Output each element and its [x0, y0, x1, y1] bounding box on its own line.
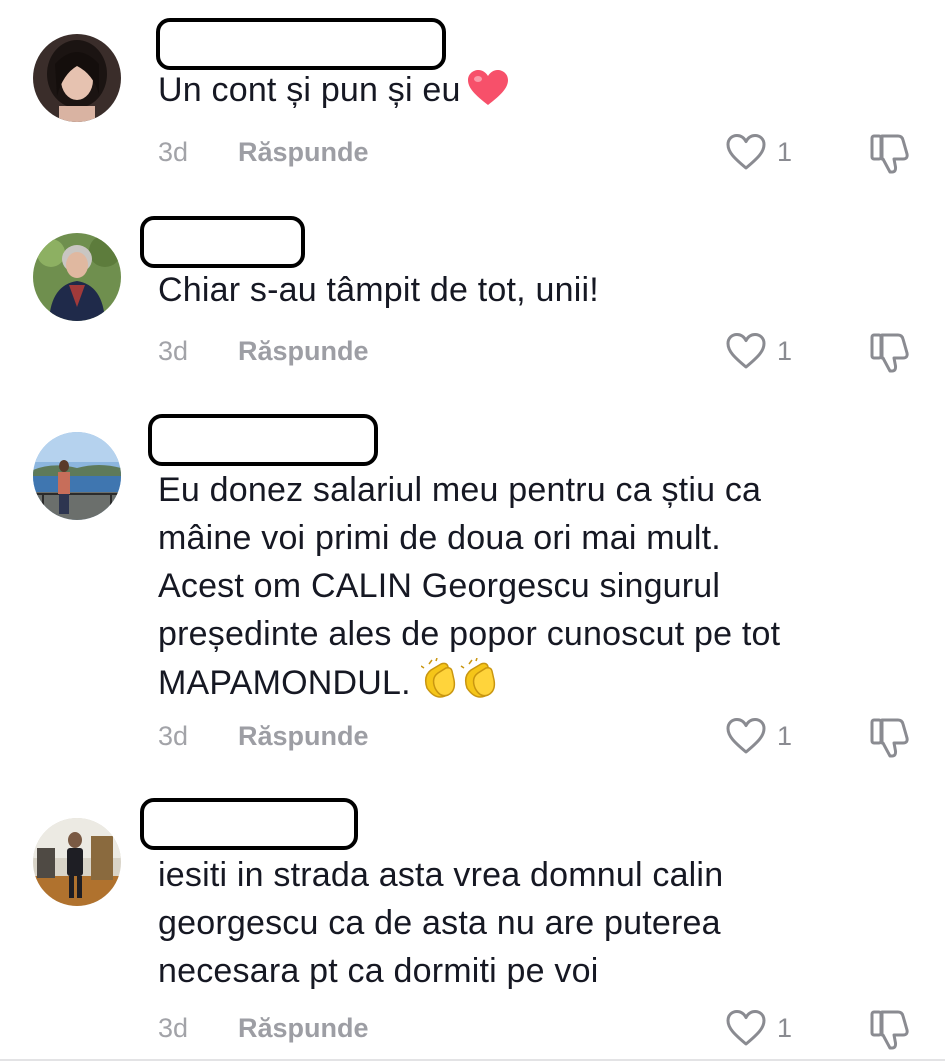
timestamp: 3d: [158, 1013, 189, 1043]
comment-text-content: Un cont și pun și eu: [158, 71, 461, 109]
heart-outline-icon: [726, 718, 766, 754]
like-button[interactable]: 1: [725, 132, 795, 172]
reply-button[interactable]: Răspunde: [238, 331, 369, 371]
like-count: 1: [777, 721, 793, 751]
heart-outline-icon: [726, 1010, 766, 1046]
timestamp: 3d: [158, 721, 189, 751]
avatar[interactable]: [33, 34, 121, 122]
avatar-image: [33, 818, 121, 906]
avatar[interactable]: [33, 818, 121, 906]
avatar-image: [33, 432, 121, 520]
dislike-button[interactable]: [868, 132, 912, 176]
comment-text-line: georgescu ca de asta nu are puterea: [158, 904, 721, 942]
comment-text-line: MAPAMONDUL.: [158, 664, 411, 702]
thumbs-down-icon: [870, 333, 909, 373]
reply-button[interactable]: Răspunde: [238, 1008, 369, 1048]
avatar[interactable]: [33, 432, 121, 520]
comment-actions: 3d Răspunde 1: [0, 716, 945, 758]
redacted-username: [156, 18, 446, 70]
redacted-username: [140, 216, 305, 268]
avatar-image: [33, 34, 121, 122]
dislike-button[interactable]: [868, 1008, 912, 1052]
thumbs-down-icon: [870, 1010, 909, 1050]
reply-button[interactable]: Răspunde: [238, 716, 369, 756]
comment-text: iesiti in strada asta vrea domnul calin …: [158, 851, 918, 995]
like-count: 1: [777, 1013, 793, 1043]
comment-text-content: Chiar s-au tâmpit de tot, unii!: [158, 271, 599, 309]
like-button[interactable]: 1: [725, 1008, 795, 1048]
like-button[interactable]: 1: [725, 716, 795, 756]
comment-text-line: Eu donez salariul meu pentru ca știu ca: [158, 471, 762, 509]
comment-text: Chiar s-au tâmpit de tot, unii!: [158, 266, 918, 314]
thumbs-down-icon: [870, 718, 909, 758]
clapping-hands-emoji-icon: [420, 657, 501, 713]
timestamp: 3d: [158, 336, 189, 366]
like-count: 1: [777, 336, 793, 366]
like-button[interactable]: 1: [725, 331, 795, 371]
comment-actions: 3d Răspunde 1: [0, 1008, 945, 1050]
heart-emoji-icon: [467, 69, 509, 120]
heart-outline-icon: [726, 134, 766, 170]
avatar-image: [33, 233, 121, 321]
reply-button[interactable]: Răspunde: [238, 132, 369, 172]
thumbs-down-icon: [870, 134, 909, 174]
timestamp: 3d: [158, 137, 189, 167]
divider: [0, 1059, 945, 1061]
dislike-button[interactable]: [868, 331, 912, 375]
comment-actions: 3d Răspunde 1: [0, 132, 945, 174]
like-count: 1: [777, 137, 793, 167]
comment-text-line: mâine voi primi de doua ori mai mult.: [158, 519, 721, 557]
redacted-username: [140, 798, 358, 850]
comment-text-line: președinte ales de popor cunoscut pe tot: [158, 615, 781, 653]
comment-actions: 3d Răspunde 1: [0, 331, 945, 373]
heart-outline-icon: [726, 333, 766, 369]
avatar[interactable]: [33, 233, 121, 321]
dislike-button[interactable]: [868, 716, 912, 760]
comment-text-line: Acest om CALIN Georgescu singurul: [158, 567, 721, 605]
comment-text-line: iesiti in strada asta vrea domnul calin: [158, 856, 724, 894]
comment-text-line: necesara pt ca dormiti pe voi: [158, 952, 599, 990]
comment-text: Un cont și pun și eu: [158, 66, 918, 120]
comment-text: Eu donez salariul meu pentru ca știu ca …: [158, 466, 918, 713]
redacted-username: [148, 414, 378, 466]
